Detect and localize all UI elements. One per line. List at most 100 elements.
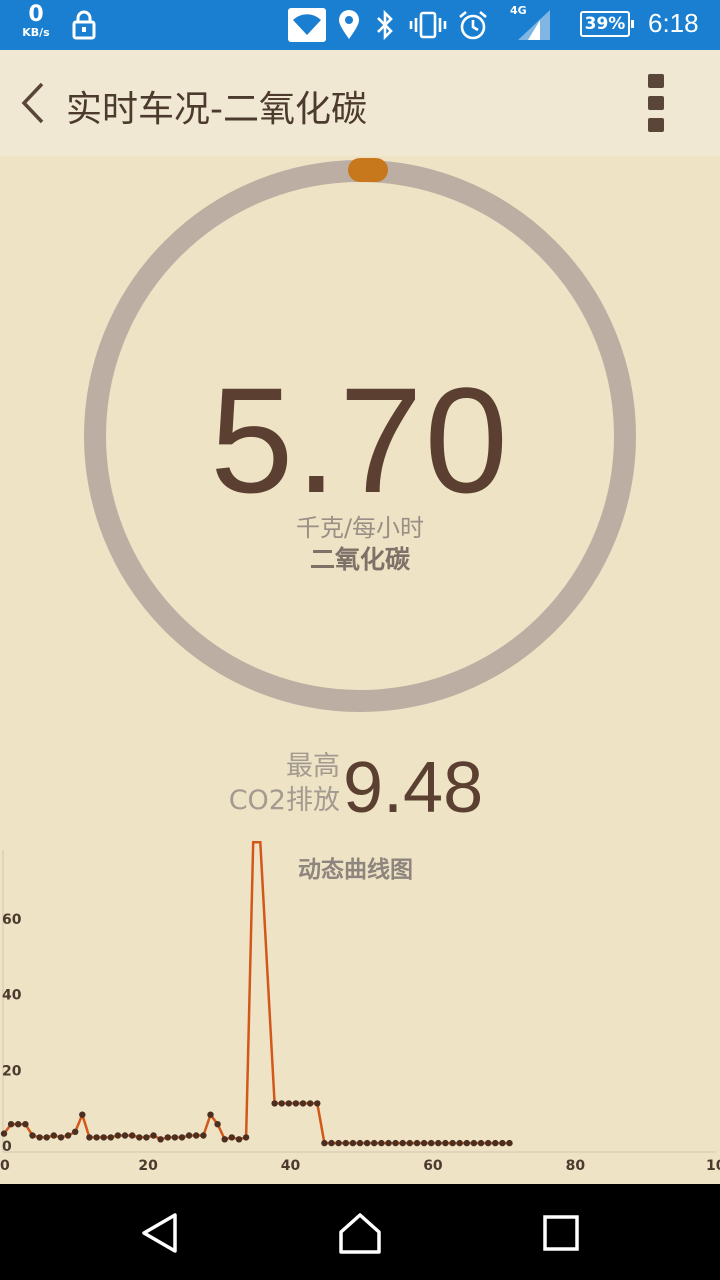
data-point — [499, 1139, 506, 1147]
data-point — [485, 1139, 492, 1147]
current-co2-unit: 千克/每小时 — [295, 514, 425, 542]
data-point — [185, 1132, 193, 1139]
data-point — [93, 1134, 100, 1141]
current-co2-value: 5.70 — [210, 356, 510, 524]
data-point — [107, 1134, 115, 1141]
x-tick-label: 0 — [0, 1158, 10, 1174]
gauge-indicator — [348, 158, 388, 182]
data-point — [413, 1139, 421, 1147]
data-point — [335, 1139, 342, 1147]
data-point — [235, 1136, 243, 1143]
data-point — [50, 1132, 57, 1139]
data-point — [136, 1134, 143, 1141]
net-speed-value: 0 — [28, 2, 44, 27]
data-point — [271, 1100, 278, 1107]
data-point — [435, 1139, 442, 1147]
data-point — [406, 1139, 413, 1147]
data-point — [150, 1132, 157, 1139]
data-point — [43, 1134, 50, 1141]
data-point — [342, 1139, 349, 1147]
data-point — [371, 1139, 378, 1147]
data-point — [79, 1111, 86, 1118]
y-tick-label: 20 — [2, 1063, 22, 1079]
clock: 6:18 — [648, 8, 699, 38]
data-point — [171, 1134, 179, 1141]
y-tick-label: 60 — [2, 912, 22, 928]
max-co2-label: 最高 CO2排放 — [210, 750, 340, 818]
data-point — [428, 1139, 435, 1147]
series-line — [3, 841, 510, 1145]
data-point — [157, 1136, 164, 1143]
data-point — [36, 1134, 43, 1141]
data-point — [456, 1139, 463, 1147]
overflow-menu-button[interactable] — [640, 72, 672, 136]
chevron-left-icon — [21, 82, 44, 124]
data-point — [420, 1139, 428, 1147]
nav-home-button[interactable] — [335, 1208, 385, 1258]
max-co2-value: 9.48 — [343, 748, 484, 828]
wifi-icon — [288, 8, 326, 42]
data-point — [356, 1139, 364, 1147]
data-point — [385, 1139, 392, 1147]
x-tick-label: 100 — [706, 1158, 720, 1174]
bluetooth-icon — [372, 8, 398, 42]
data-point — [143, 1134, 150, 1141]
data-point — [392, 1139, 399, 1147]
data-point — [278, 1100, 285, 1107]
data-point — [86, 1134, 93, 1141]
data-point — [477, 1139, 485, 1147]
data-point — [449, 1139, 456, 1147]
data-point — [363, 1139, 371, 1147]
data-point — [321, 1139, 328, 1147]
data-point — [285, 1100, 292, 1107]
data-point — [228, 1134, 235, 1141]
data-point — [328, 1139, 335, 1147]
data-point — [57, 1134, 65, 1141]
data-point — [129, 1132, 136, 1139]
data-point — [463, 1139, 470, 1147]
co2-line-chart: 0 20 40 60 0 20 40 60 80 100 — [0, 841, 720, 1174]
y-tick-label: 0 — [2, 1139, 12, 1155]
y-tick-label: 40 — [2, 988, 22, 1004]
data-point — [0, 1130, 8, 1137]
back-button[interactable] — [14, 78, 54, 128]
gas-name-label: 二氧化碳 — [309, 545, 410, 574]
chart-title: 动态曲线图 — [298, 857, 413, 883]
signal-icon: 4G — [508, 4, 552, 42]
data-point — [314, 1100, 321, 1107]
data-point — [178, 1134, 186, 1141]
max-label-line2: CO2排放 — [228, 785, 340, 816]
data-point — [378, 1139, 385, 1147]
data-point — [307, 1100, 314, 1107]
data-point — [15, 1121, 22, 1128]
data-point — [506, 1139, 513, 1147]
home-icon — [339, 1213, 381, 1254]
page-title: 实时车况-二氧化碳 — [66, 89, 367, 130]
nav-back-button[interactable] — [136, 1208, 186, 1258]
data-point — [164, 1134, 171, 1141]
back-triangle-icon — [142, 1213, 177, 1253]
data-point — [100, 1134, 107, 1141]
data-point — [292, 1100, 300, 1107]
nav-bar — [0, 1184, 720, 1280]
data-point — [470, 1139, 478, 1147]
data-point — [121, 1132, 129, 1139]
data-point — [7, 1121, 15, 1128]
net-speed-unit: KB/s — [22, 26, 50, 39]
data-point — [349, 1139, 357, 1147]
nav-recents-button[interactable] — [536, 1208, 586, 1258]
data-point — [29, 1132, 36, 1139]
data-point — [64, 1132, 72, 1139]
x-tick-label: 40 — [281, 1158, 301, 1174]
data-point — [442, 1139, 449, 1147]
data-point — [207, 1111, 214, 1118]
recents-square-icon — [543, 1215, 579, 1251]
data-point — [193, 1132, 200, 1139]
status-bar: 0 KB/s 4G 39% 6:18 — [0, 0, 720, 50]
data-point — [200, 1132, 207, 1139]
data-point — [399, 1139, 406, 1147]
x-tick-label: 80 — [566, 1158, 586, 1174]
lock-icon — [70, 8, 98, 42]
data-point — [22, 1121, 29, 1128]
vibrate-icon — [408, 8, 448, 42]
